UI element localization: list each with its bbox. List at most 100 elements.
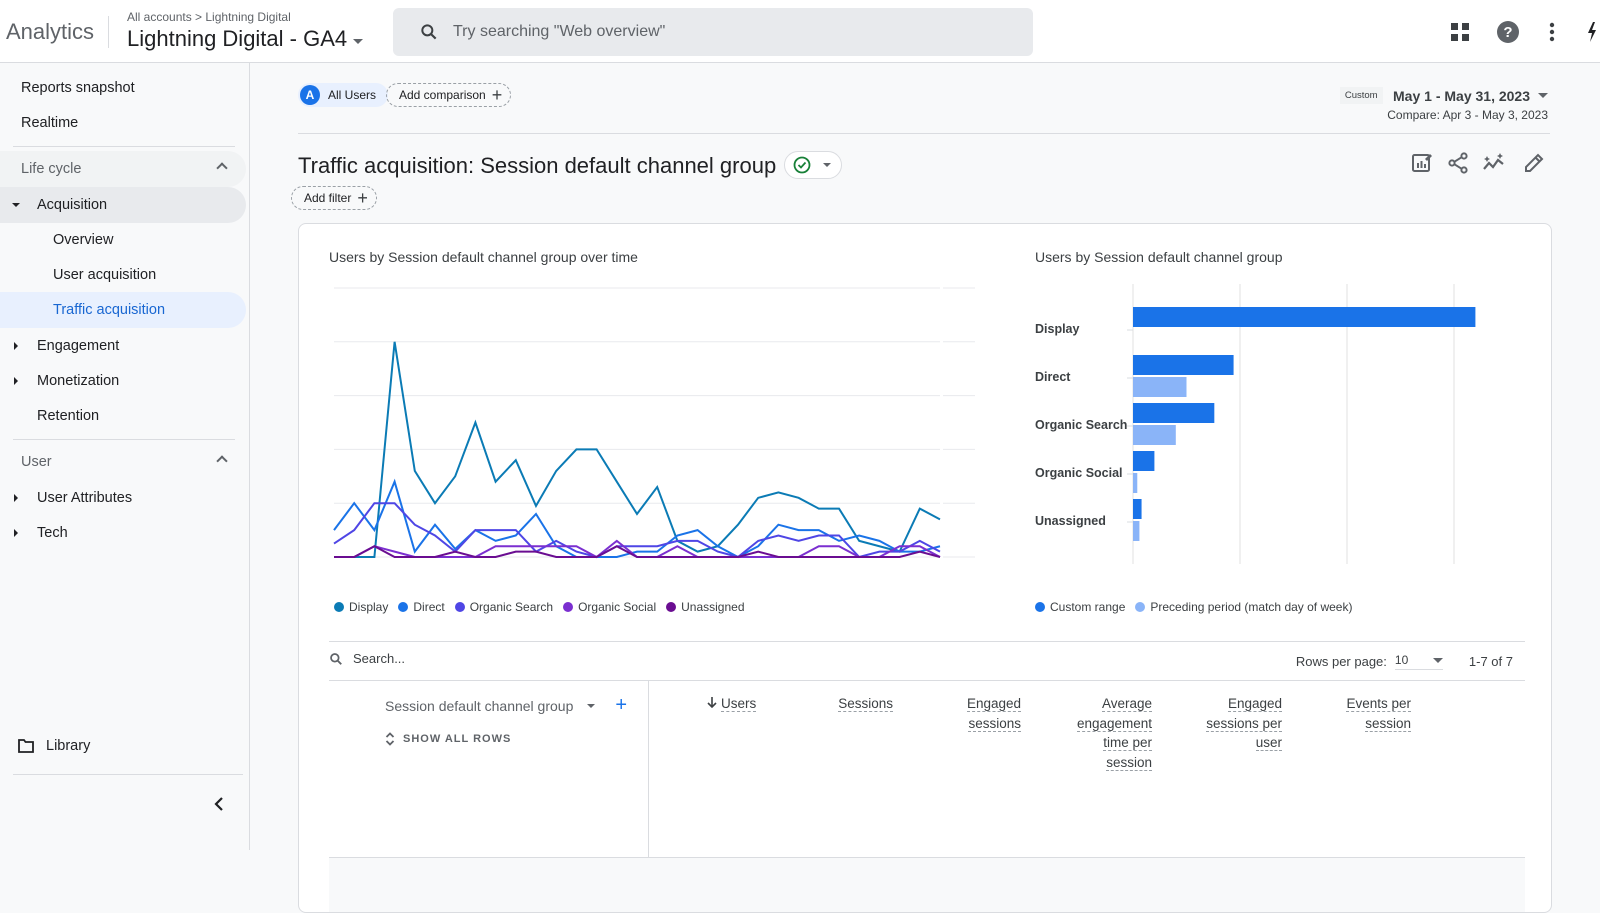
table-search-input[interactable] [353, 651, 653, 666]
date-range-picker[interactable]: Custom May 1 - May 31, 2023 Compare: Apr… [1339, 87, 1548, 122]
bar-chart-legend: Custom range Preceding period (match day … [1035, 600, 1362, 614]
column-header-avg-engagement-time[interactable]: Average engagement time per session [1064, 694, 1152, 772]
legend-item-organic-social[interactable]: Organic Social [563, 600, 656, 614]
table-search[interactable] [329, 651, 653, 666]
add-comparison-button[interactable]: Add comparison + [386, 83, 512, 107]
column-header-sessions[interactable]: Sessions [809, 694, 893, 714]
bar-organic-search-preceding-period[interactable] [1133, 425, 1176, 445]
sidebar-item-realtime[interactable]: Realtime [0, 105, 246, 141]
legend-item-custom-range[interactable]: Custom range [1035, 600, 1125, 614]
collapse-sidebar-button[interactable] [214, 796, 230, 812]
legend-label: Display [349, 600, 389, 614]
legend-label: Direct [413, 600, 445, 614]
bar-category-label: Display [1035, 322, 1080, 336]
sidebar-item-monetization[interactable]: Monetization [0, 363, 246, 399]
sidebar-divider [13, 774, 243, 775]
chevron-up-icon [216, 162, 228, 174]
customize-report-icon[interactable] [1410, 151, 1434, 175]
global-search[interactable] [393, 8, 1033, 56]
sidebar-item-library[interactable]: Library [0, 728, 246, 764]
bar-organic-social-preceding-period[interactable] [1133, 473, 1138, 493]
legend-dot [334, 602, 344, 612]
breadcrumb[interactable]: All accounts > Lightning Digital [127, 10, 291, 24]
bar-display-custom-range[interactable] [1133, 307, 1476, 327]
add-dimension-button[interactable]: + [615, 694, 627, 717]
property-selector[interactable]: Lightning Digital - GA4 [127, 26, 364, 52]
table-header-divider [329, 680, 1525, 681]
analytics-logo[interactable]: Analytics [6, 19, 94, 45]
legend-label: Organic Social [578, 600, 657, 614]
sidebar-section-life-cycle[interactable]: Life cycle [0, 151, 246, 187]
legend-dot [1135, 602, 1146, 612]
page-title: Traffic acquisition: Session default cha… [298, 153, 777, 178]
legend-item-preceding-period-match-day-of-week[interactable]: Preceding period (match day of week) [1135, 600, 1352, 614]
column-header-users[interactable]: Users [707, 694, 767, 714]
bar-direct-preceding-period[interactable] [1133, 377, 1187, 397]
x-tick-label: 28 [880, 562, 894, 564]
column-header-engaged-sessions[interactable]: Engaged sessions [939, 694, 1021, 733]
bar-direct-custom-range[interactable] [1133, 355, 1234, 375]
chevron-down-icon[interactable] [587, 703, 596, 708]
sidebar-item-user-acquisition[interactable]: User acquisition [0, 257, 246, 293]
add-filter-button[interactable]: Add filter + [291, 186, 377, 210]
help-icon[interactable]: ? [1494, 18, 1522, 46]
pagination-range: 1-7 of 7 [1468, 654, 1513, 669]
bar-category-label: Direct [1035, 370, 1071, 384]
segment-chip[interactable]: A All Users [298, 83, 389, 107]
search-icon [421, 24, 437, 40]
insights-icon[interactable] [1482, 151, 1506, 175]
chevron-down-icon [353, 38, 364, 44]
bar-chart [1127, 284, 1476, 564]
bar-organic-social-custom-range[interactable] [1133, 451, 1155, 471]
x-tick-label: 07 [456, 562, 470, 564]
series-line-organic-search[interactable] [333, 502, 941, 559]
show-all-rows-button[interactable]: SHOW ALL ROWS [385, 731, 511, 747]
apps-grid-icon[interactable] [1446, 18, 1474, 46]
chevron-down-icon [1432, 657, 1443, 663]
header-divider [298, 133, 1550, 134]
sidebar-item-reports-snapshot[interactable]: Reports snapshot [0, 70, 246, 106]
line-chart: 07May142128 [333, 287, 975, 564]
dimension-selector[interactable]: Session default channel group + [385, 694, 627, 717]
more-vert-icon[interactable] [1538, 18, 1566, 46]
column-header-engaged-sessions-per-user[interactable]: Engaged sessions per user [1194, 694, 1282, 753]
sidebar-divider [13, 146, 235, 147]
rows-per-page-select[interactable]: 10 [1394, 653, 1443, 670]
date-range-selector[interactable]: May 1 - May 31, 2023 [1393, 88, 1548, 104]
chevron-up-icon [216, 455, 228, 467]
legend-item-display[interactable]: Display [334, 600, 388, 614]
main-content: A All Users Add comparison + Custom May … [251, 63, 1600, 913]
bar-organic-search-custom-range[interactable] [1133, 403, 1215, 423]
legend-dot [1035, 602, 1045, 612]
sidebar-item-traffic-acquisition[interactable]: Traffic acquisition [0, 292, 246, 328]
sidebar-item-overview[interactable]: Overview [0, 222, 246, 258]
legend-dot [398, 602, 409, 612]
legend-item-unassigned[interactable]: Unassigned [666, 600, 745, 614]
sidebar-item-user-attributes[interactable]: User Attributes [0, 480, 246, 516]
legend-label: Organic Search [469, 600, 554, 614]
series-line-organic-social[interactable] [334, 539, 941, 559]
caret-right-icon [14, 342, 18, 350]
caret-right-icon [14, 377, 18, 385]
plus-icon: + [491, 85, 503, 105]
legend-item-direct[interactable]: Direct [398, 600, 445, 614]
legend-item-organic-search[interactable]: Organic Search [454, 600, 554, 614]
sidebar-item-retention[interactable]: Retention [0, 398, 246, 434]
report-status-menu[interactable] [784, 151, 842, 179]
search-input[interactable] [453, 23, 993, 41]
share-icon[interactable] [1446, 151, 1470, 175]
bar-unassigned-custom-range[interactable] [1133, 499, 1142, 519]
column-header-events-per-session[interactable]: Events per session [1331, 694, 1411, 733]
bar-unassigned-preceding-period[interactable] [1133, 521, 1140, 541]
chevron-left-icon [214, 797, 223, 811]
property-name: Lightning Digital - GA4 [127, 26, 348, 51]
sidebar-item-engagement[interactable]: Engagement [0, 328, 246, 364]
sidebar-item-acquisition[interactable]: Acquisition [0, 187, 246, 223]
date-preset-tag: Custom [1339, 87, 1383, 105]
sidebar-section-user[interactable]: User [0, 444, 246, 480]
segment-avatar: A [300, 85, 320, 105]
line-chart-legend: Display Direct Organic Search Organic Socia… [334, 600, 755, 614]
edit-icon[interactable] [1522, 151, 1546, 175]
sidebar-item-tech[interactable]: Tech [0, 515, 246, 551]
lightning-icon[interactable] [1584, 18, 1600, 46]
